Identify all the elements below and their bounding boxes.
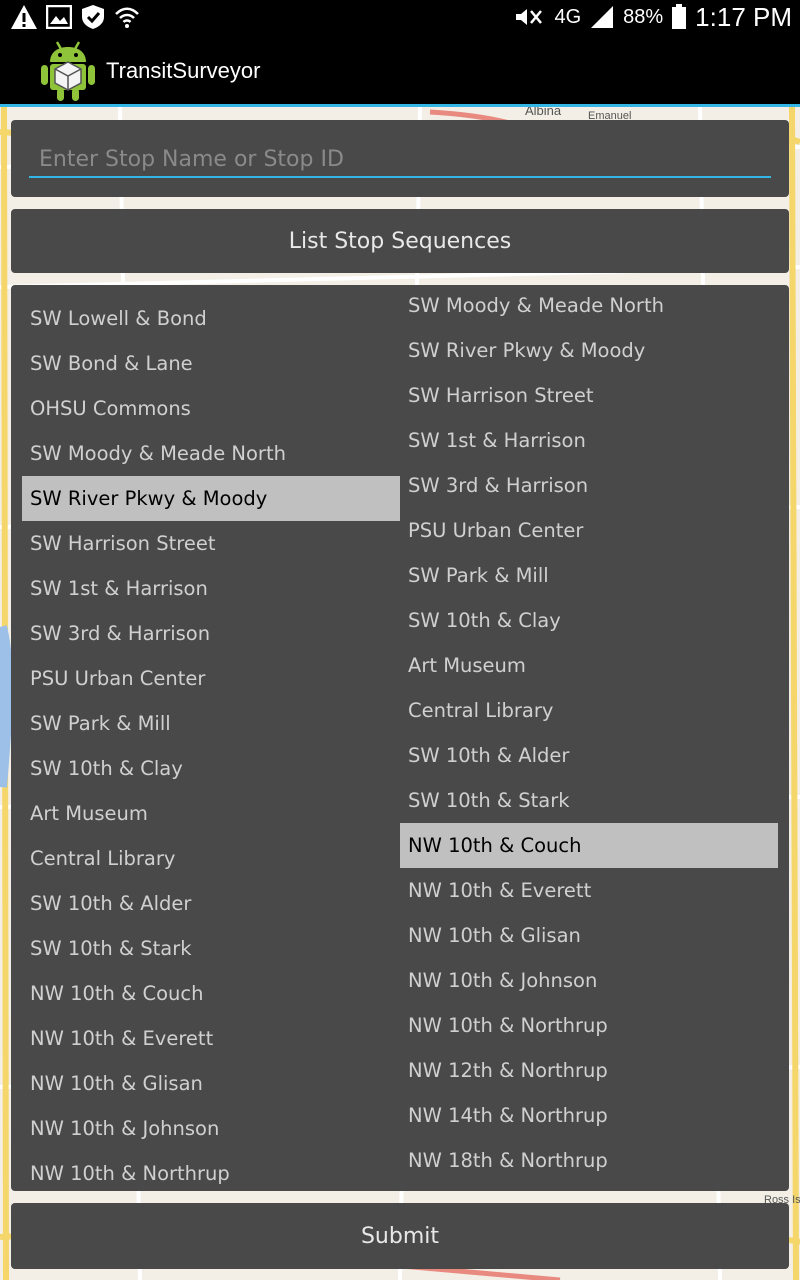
stop-list-item[interactable]: Art Museum: [400, 643, 778, 688]
stop-list-item[interactable]: NW 10th & Glisan: [22, 1061, 400, 1106]
stop-list-item[interactable]: OHSU Commons: [22, 386, 400, 431]
stop-lists-panel: SW Lowell & Bond SW Bond & Lane OHSU Commo…: [11, 285, 789, 1191]
stop-list-item[interactable]: NW 10th & Northrup: [400, 1003, 778, 1048]
stop-list-item[interactable]: NW 10th & Johnson: [22, 1106, 400, 1151]
stop-list-item[interactable]: SW Park & Mill: [400, 553, 778, 598]
clock: 1:17 PM: [695, 1, 792, 32]
list-stop-sequences-button[interactable]: List Stop Sequences: [11, 209, 789, 273]
stop-list-item[interactable]: SW 3rd & Harrison: [22, 611, 400, 656]
search-panel: [11, 120, 789, 197]
network-type: 4G: [554, 5, 582, 28]
stop-list-item[interactable]: NW 10th & Northrup: [22, 1151, 400, 1191]
stop-list-item[interactable]: NW 14th & Northrup: [400, 1093, 778, 1138]
battery-icon: [672, 4, 687, 29]
mute-icon: [516, 9, 543, 25]
submit-label: Submit: [360, 1223, 440, 1249]
wifi-icon: [115, 7, 139, 28]
status-right: 4G 88% 1:17 PM: [514, 0, 792, 34]
stop-list-item[interactable]: SW 10th & Alder: [22, 881, 400, 926]
stop-list-item[interactable]: NW 10th & Couch: [400, 823, 778, 868]
stop-list-item[interactable]: Art Museum: [22, 791, 400, 836]
stop-list-item[interactable]: SW Moody & Meade North: [400, 285, 778, 328]
app-title: TransitSurveyor: [106, 58, 261, 83]
status-left-icons: [10, 4, 140, 30]
stop-list-item[interactable]: NW 10th & Everett: [400, 868, 778, 913]
image-icon: [46, 5, 72, 29]
stop-list-item[interactable]: SW 10th & Clay: [400, 598, 778, 643]
stop-list-item[interactable]: SW 10th & Clay: [22, 746, 400, 791]
action-bar: TransitSurveyor: [0, 34, 800, 104]
stop-list-item[interactable]: SW Harrison Street: [22, 521, 400, 566]
stop-list-item[interactable]: Central Library: [22, 836, 400, 881]
android-logo-icon: [41, 41, 95, 101]
status-bar: 4G 88% 1:17 PM: [0, 0, 800, 34]
battery-percent: 88%: [623, 5, 664, 28]
submit-button[interactable]: Submit: [11, 1203, 789, 1269]
stop-list-item[interactable]: PSU Urban Center: [400, 508, 778, 553]
right-stop-list[interactable]: SW Moody & Meade North SW River Pkwy & Mo…: [400, 285, 778, 1183]
stop-list-item[interactable]: NW 10th & Johnson: [400, 958, 778, 1003]
stop-list-item[interactable]: SW 1st & Harrison: [22, 566, 400, 611]
shield-icon: [82, 5, 104, 29]
stop-list-item[interactable]: SW Lowell & Bond: [22, 296, 400, 341]
stop-list-item[interactable]: SW 10th & Alder: [400, 733, 778, 778]
left-stop-list[interactable]: SW Lowell & Bond SW Bond & Lane OHSU Commo…: [22, 296, 400, 1191]
stop-list-item[interactable]: SW 1st & Harrison: [400, 418, 778, 463]
stop-list-item[interactable]: Central Library: [400, 688, 778, 733]
stop-list-item[interactable]: SW Park & Mill: [22, 701, 400, 746]
stop-list-item[interactable]: SW River Pkwy & Moody: [400, 328, 778, 373]
stop-list-item[interactable]: SW 3rd & Harrison: [400, 463, 778, 508]
stop-list-item[interactable]: SW Harrison Street: [400, 373, 778, 418]
map-label-albina: Albina: [525, 107, 562, 118]
stop-list-item[interactable]: NW 12th & Northrup: [400, 1048, 778, 1093]
stop-list-item[interactable]: NW 10th & Couch: [22, 971, 400, 1016]
stop-list-item[interactable]: SW 10th & Stark: [400, 778, 778, 823]
stop-list-item[interactable]: NW 10th & Glisan: [400, 913, 778, 958]
stop-list-item[interactable]: SW Bond & Lane: [22, 341, 400, 386]
stop-list-item[interactable]: NW 18th & Northrup: [400, 1138, 778, 1183]
stop-list-item[interactable]: SW Moody & Meade North: [22, 431, 400, 476]
signal-icon: [591, 6, 614, 28]
stop-list-item[interactable]: SW River Pkwy & Moody: [22, 476, 400, 521]
warning-icon: [11, 5, 37, 29]
stop-search-input[interactable]: [29, 142, 771, 178]
stop-list-item[interactable]: SW 10th & Stark: [22, 926, 400, 971]
list-stop-sequences-label: List Stop Sequences: [288, 228, 512, 254]
stop-list-item[interactable]: NW 10th & Everett: [22, 1016, 400, 1061]
stop-list-item[interactable]: PSU Urban Center: [22, 656, 400, 701]
